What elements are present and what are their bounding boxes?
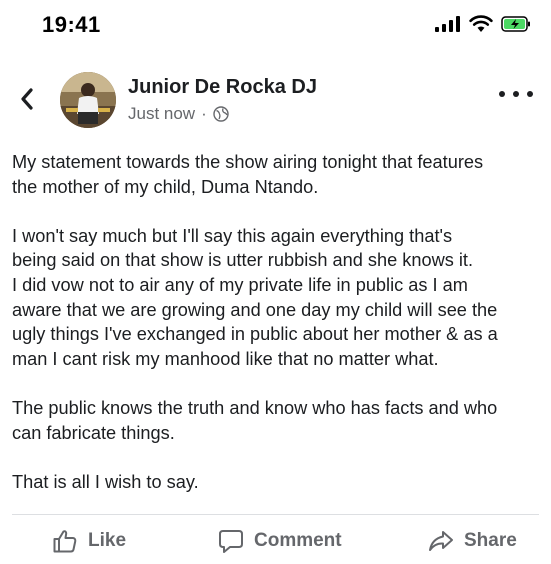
like-label: Like bbox=[88, 530, 127, 551]
post-paragraph: My statement towards the show airing ton… bbox=[12, 152, 484, 197]
share-arrow-icon bbox=[429, 531, 453, 551]
cellular-signal-icon bbox=[435, 16, 460, 32]
status-icons bbox=[435, 15, 531, 33]
globe-icon bbox=[213, 106, 229, 122]
chevron-left-icon bbox=[21, 88, 33, 110]
post-paragraph: The public knows the truth and know who … bbox=[12, 397, 498, 443]
post-paragraph: I won't say much but I'll say this again… bbox=[12, 225, 498, 369]
share-label: Share bbox=[464, 530, 517, 551]
post-header: Junior De Rocka DJ Just now · bbox=[0, 62, 551, 138]
battery-charging-icon bbox=[501, 16, 530, 32]
thumbs-up-icon bbox=[53, 530, 77, 553]
comment-bubble-icon bbox=[219, 530, 243, 553]
avatar[interactable] bbox=[60, 72, 116, 128]
status-bar: 19:41 bbox=[0, 0, 551, 48]
post-meta: Just now · bbox=[128, 104, 229, 124]
back-button[interactable] bbox=[12, 84, 42, 114]
like-button[interactable]: Like bbox=[52, 528, 126, 554]
more-options-button[interactable] bbox=[499, 84, 533, 104]
more-horizontal-icon bbox=[499, 91, 505, 97]
action-divider bbox=[12, 514, 539, 515]
post-timestamp[interactable]: Just now bbox=[128, 104, 195, 124]
comment-button[interactable]: Comment bbox=[218, 528, 342, 554]
share-button[interactable]: Share bbox=[428, 528, 517, 554]
post-paragraph: That is all I wish to say. bbox=[12, 471, 199, 492]
wifi-icon bbox=[469, 15, 493, 32]
status-time: 19:41 bbox=[42, 12, 101, 37]
meta-separator: · bbox=[201, 104, 207, 123]
author-name[interactable]: Junior De Rocka DJ bbox=[128, 76, 317, 99]
action-bar: Like Comment Share bbox=[0, 520, 551, 564]
post-text: My statement towards the show airing ton… bbox=[12, 150, 547, 494]
comment-label: Comment bbox=[254, 530, 342, 551]
